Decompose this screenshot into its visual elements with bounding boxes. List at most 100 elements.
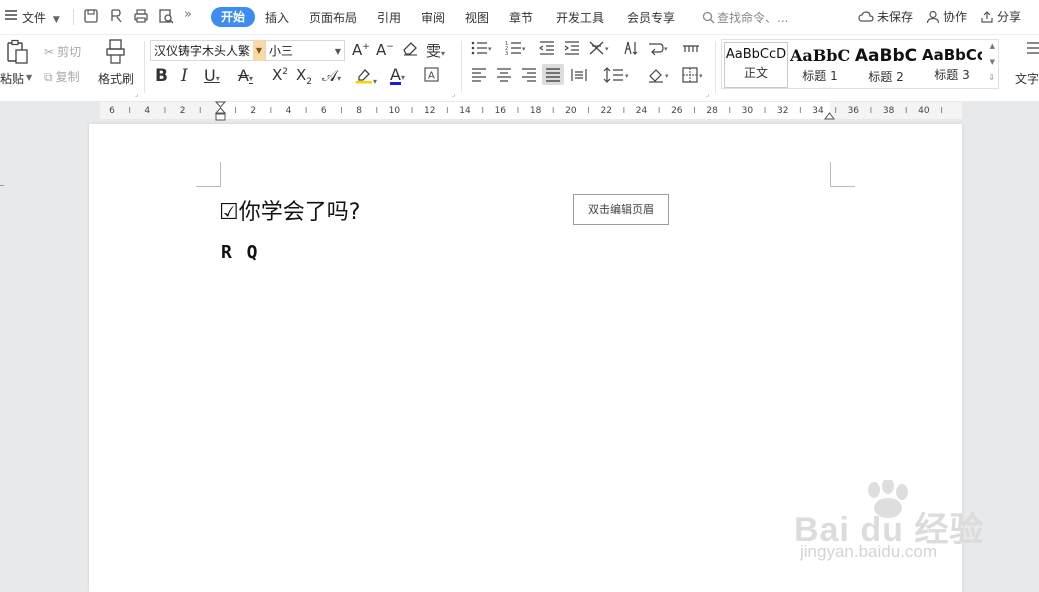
print-preview-icon[interactable]: [158, 8, 174, 24]
format-painter-label[interactable]: 格式刷: [98, 70, 134, 87]
text-tools-label[interactable]: 文字: [1015, 70, 1039, 87]
line-spacing-icon[interactable]: ▾: [603, 67, 631, 87]
tab-chapter[interactable]: 章节: [509, 9, 533, 26]
svg-text:▾: ▾: [699, 72, 703, 80]
edit-header-button[interactable]: 双击编辑页眉: [573, 194, 669, 225]
strikethrough-icon[interactable]: A▾: [238, 66, 253, 85]
styles-scroll-down-icon[interactable]: ▼: [990, 58, 995, 66]
shading-icon[interactable]: ▾: [648, 67, 672, 87]
margin-corner-top-right: [830, 162, 855, 187]
share-icon: [981, 11, 993, 23]
underline-icon[interactable]: U▾: [204, 66, 220, 85]
tab-page-layout[interactable]: 页面布局: [309, 9, 357, 26]
document-title[interactable]: ☑你学会了吗?: [219, 194, 360, 226]
increase-indent-icon[interactable]: [564, 41, 580, 59]
grow-font-icon[interactable]: A+: [352, 41, 370, 59]
phonetic-guide-icon[interactable]: 雯▾: [426, 40, 445, 61]
style-heading-2[interactable]: AaBbC 标题 2: [854, 42, 918, 86]
tab-review[interactable]: 审阅: [421, 9, 445, 26]
ruler-label: 34: [812, 106, 824, 116]
save-icon[interactable]: [83, 8, 99, 24]
style-normal-sample: AaBbCcD: [725, 47, 787, 62]
tab-references[interactable]: 引用: [377, 9, 401, 26]
superscript-icon[interactable]: X2: [272, 66, 288, 84]
ruler-label: 18: [530, 106, 542, 116]
export-pdf-icon[interactable]: [108, 8, 124, 24]
ruler-label: 36: [848, 106, 860, 116]
ribbon-toolbar: 粘贴 ▼ ✂ 剪切 ⧉ 复制 格式刷 ⌟ 汉仪铸字木头人繁 ▼ 小三 ▼ A+ A−…: [0, 35, 1039, 102]
collab-button[interactable]: 协作: [926, 8, 967, 25]
distributed-icon[interactable]: [571, 68, 587, 86]
subscript-icon[interactable]: X2: [296, 66, 312, 87]
font-name-field[interactable]: 汉仪铸字木头人繁: [150, 40, 264, 61]
line-break-icon[interactable]: ▾: [648, 40, 670, 60]
file-menu-label: 文件: [22, 11, 47, 25]
align-right-icon[interactable]: [521, 68, 537, 86]
ruler-label: 30: [742, 106, 754, 116]
borders-icon[interactable]: ▾: [682, 67, 706, 87]
paste-icon[interactable]: [5, 39, 29, 69]
justify-icon[interactable]: [542, 64, 564, 85]
ruler-label: 40: [918, 106, 930, 116]
style-normal-name: 正文: [743, 66, 768, 80]
share-button[interactable]: 分享: [980, 8, 1021, 25]
decrease-indent-icon[interactable]: [538, 41, 555, 59]
copy-button[interactable]: ⧉ 复制: [44, 68, 80, 85]
ruler-label: 2: [180, 106, 186, 116]
character-border-icon[interactable]: A: [424, 67, 439, 86]
first-line-indent-marker[interactable]: [214, 101, 227, 126]
font-size-field[interactable]: 小三 ▼: [265, 40, 345, 61]
text-tools-icon[interactable]: [1026, 41, 1039, 65]
font-size-dropdown-icon[interactable]: ▼: [335, 41, 341, 62]
format-painter-icon[interactable]: [106, 39, 126, 69]
style-heading-3-sample: AaBbCc: [922, 46, 982, 64]
align-center-icon[interactable]: [496, 68, 512, 86]
bold-icon[interactable]: B: [155, 66, 168, 86]
sort-icon[interactable]: [623, 40, 639, 60]
styles-more-icon[interactable]: ⇩: [988, 73, 995, 82]
style-heading-1[interactable]: AaBbCc 标题 1: [790, 42, 850, 86]
watermark-url: jingyan.baidu.com: [800, 542, 938, 561]
document-line-2[interactable]: R Q: [221, 242, 260, 263]
cut-button[interactable]: ✂ 剪切: [44, 43, 81, 60]
chinese-layout-icon[interactable]: ▾: [589, 40, 611, 60]
paste-dropdown-icon[interactable]: ▼: [26, 73, 32, 82]
share-label: 分享: [997, 10, 1022, 24]
italic-icon[interactable]: I: [181, 66, 188, 86]
file-menu[interactable]: 文件 ▼: [22, 9, 60, 26]
search-placeholder: 查找命令、...: [717, 11, 789, 25]
print-icon[interactable]: [133, 8, 149, 24]
style-heading-3[interactable]: AaBbCc 标题 3: [922, 42, 982, 86]
collab-label: 协作: [943, 10, 968, 24]
tab-member[interactable]: 会员专享: [627, 9, 675, 26]
unsaved-status[interactable]: 未保存: [858, 8, 913, 25]
more-quick-access-icon[interactable]: »: [184, 7, 200, 23]
font-name-dropdown-icon[interactable]: ▼: [253, 40, 265, 61]
clear-format-icon[interactable]: [401, 40, 419, 60]
hamburger-icon[interactable]: [4, 8, 18, 25]
bullet-list-icon[interactable]: ▾: [471, 41, 493, 59]
ruler-ticks: 6 4 2 2 4 6 8 10 12 14 16 18 20 22 24 26 28 30 32 34 36 38 40: [109, 106, 943, 116]
tab-view[interactable]: 视图: [465, 9, 489, 26]
styles-scroll-up-icon[interactable]: ▲: [990, 42, 995, 50]
shrink-font-icon[interactable]: A−: [376, 41, 394, 59]
svg-text:A: A: [428, 71, 435, 82]
ruler-label: 14: [459, 106, 471, 116]
menu-bar: 文件 ▼ » 开始 插入 页面布局 引用 审阅 视图 章节 开发工具 会员专享 …: [0, 0, 1039, 35]
horizontal-ruler[interactable]: 6 4 2 2 4 6 8 10 12 14 16 18 20 22 24 26 28 30 32 34 36 38 40: [0, 101, 1039, 123]
tab-insert[interactable]: 插入: [265, 9, 289, 26]
highlight-icon[interactable]: ▾: [355, 66, 377, 88]
ruler-label: 12: [424, 106, 435, 116]
paste-label[interactable]: 粘贴: [0, 70, 24, 87]
align-left-icon[interactable]: [471, 68, 487, 86]
chevron-down-icon: ▼: [52, 15, 60, 25]
style-normal[interactable]: AaBbCcD 正文: [724, 42, 788, 88]
text-effects-icon[interactable]: 𝒜▾: [322, 66, 341, 86]
numbered-list-icon[interactable]: 1 2 3 ▾: [505, 41, 527, 59]
ruler-label: 8: [356, 106, 362, 116]
tab-developer[interactable]: 开发工具: [556, 9, 604, 26]
table-tools-icon[interactable]: [682, 41, 700, 59]
tab-home[interactable]: 开始: [211, 7, 255, 27]
font-color-icon[interactable]: A▾: [390, 65, 405, 85]
command-search[interactable]: 查找命令、...: [702, 9, 788, 26]
